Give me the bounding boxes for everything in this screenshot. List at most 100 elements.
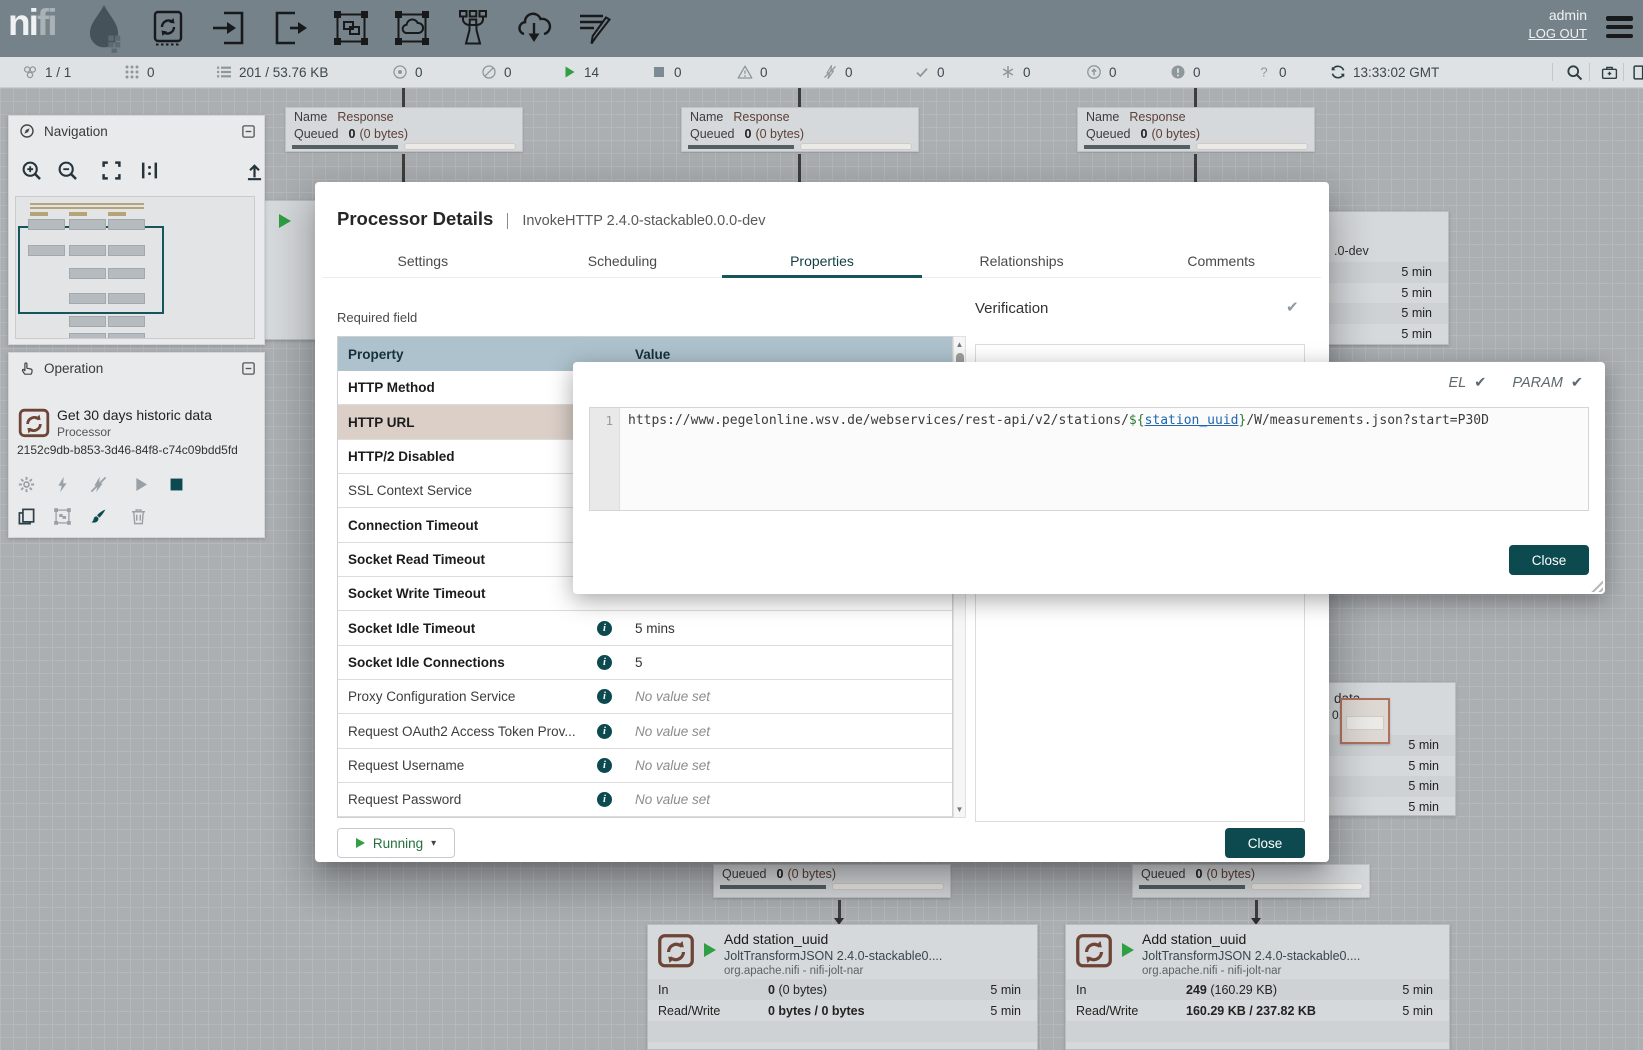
stat-window: 5 min <box>1408 779 1439 793</box>
queue-percent-bar <box>286 142 522 151</box>
value-column-header: Value <box>618 347 952 362</box>
run-state-dropdown[interactable]: Running ▾ <box>337 828 455 858</box>
in-label: In <box>1076 983 1186 997</box>
dialog-close-button[interactable]: Close <box>1225 828 1305 858</box>
stale-count: 0 <box>1109 65 1117 80</box>
queue-percent-bar <box>1133 882 1369 891</box>
logout-link[interactable]: LOG OUT <box>1528 26 1587 41</box>
actual-size-icon[interactable] <box>139 160 160 181</box>
collapse-navigation-icon[interactable] <box>241 124 256 139</box>
queued-size: (0 bytes) <box>787 867 836 881</box>
collapse-operation-icon[interactable] <box>241 361 256 376</box>
resize-grip[interactable] <box>1588 577 1603 592</box>
connection-name-value: Response <box>337 110 393 124</box>
selected-processor-icon <box>17 407 51 441</box>
info-icon[interactable]: i <box>597 621 612 636</box>
locally-modified-stale-icon <box>1170 64 1186 80</box>
funnel-icon[interactable] <box>453 8 493 48</box>
running-state-icon <box>356 838 365 848</box>
property-name: Socket Idle Timeout <box>348 621 475 636</box>
info-icon[interactable]: i <box>597 689 612 704</box>
disable-icon[interactable] <box>89 475 108 494</box>
remote-transmitting-icon <box>392 64 408 80</box>
editor-close-button[interactable]: Close <box>1509 545 1589 575</box>
minimap-component <box>69 293 106 304</box>
connection-label[interactable]: NameResponse Queued0(0 bytes) <box>285 107 523 152</box>
remote-process-group-icon[interactable] <box>392 8 432 48</box>
refresh-icon[interactable] <box>1330 64 1346 80</box>
running-icon <box>704 943 716 957</box>
zoom-fit-icon[interactable] <box>101 160 122 181</box>
scroll-down-icon[interactable]: ▼ <box>954 805 965 814</box>
property-value: No value set <box>635 724 710 739</box>
status-refresh[interactable]: 13:33:02 GMT <box>1330 57 1439 87</box>
user-block: admin LOG OUT <box>1528 7 1587 43</box>
label-icon[interactable] <box>575 8 615 48</box>
process-group-icon[interactable] <box>331 8 371 48</box>
stop-icon[interactable] <box>167 475 186 494</box>
info-icon[interactable]: i <box>597 792 612 807</box>
group-icon[interactable] <box>53 507 72 526</box>
processor-icon[interactable] <box>148 8 188 48</box>
in-count: 249 <box>1186 983 1207 997</box>
start-icon[interactable] <box>131 475 150 494</box>
tab-comments[interactable]: Comments <box>1121 244 1321 277</box>
property-row[interactable]: Socket Idle Timeouti5 mins <box>338 611 952 645</box>
scroll-up-icon[interactable]: ▲ <box>954 340 965 349</box>
property-row[interactable]: Request PasswordiNo value set <box>338 783 952 817</box>
minimap-component <box>69 316 106 327</box>
zoom-out-icon[interactable] <box>57 160 78 181</box>
locally-modified-icon <box>1000 64 1016 80</box>
property-row[interactable]: Request OAuth2 Access Token Prov...iNo v… <box>338 714 952 748</box>
panel-icon[interactable] <box>1632 64 1643 81</box>
editor-flags: EL✔PARAM✔ <box>1448 375 1583 391</box>
change-color-icon[interactable] <box>89 507 108 526</box>
param-supported-flag: PARAM✔ <box>1512 375 1583 391</box>
selected-component-id: 2152c9db-b853-3d46-84f8-c74c09bdd5fd <box>17 443 238 457</box>
search-icon[interactable] <box>1566 64 1583 81</box>
tab-relationships[interactable]: Relationships <box>922 244 1122 277</box>
queued-label: Queued <box>690 127 734 141</box>
output-port-icon[interactable] <box>270 8 310 48</box>
property-row[interactable]: Proxy Configuration ServiceiNo value set <box>338 680 952 714</box>
input-port-icon[interactable] <box>209 8 249 48</box>
tab-settings[interactable]: Settings <box>323 244 523 277</box>
info-icon[interactable]: i <box>597 655 612 670</box>
in-size: (160.29 KB) <box>1210 983 1277 997</box>
property-name: HTTP URL <box>348 415 415 430</box>
queued-size: (0 bytes) <box>1151 127 1200 141</box>
enable-icon[interactable] <box>53 475 72 494</box>
property-row[interactable]: Socket Idle Connectionsi5 <box>338 646 952 680</box>
component-invalid-small[interactable] <box>1340 698 1390 744</box>
tab-scheduling[interactable]: Scheduling <box>523 244 723 277</box>
property-value-input[interactable]: https://www.pegelonline.wsv.de/webservic… <box>620 408 1588 510</box>
leave-group-icon[interactable] <box>244 160 265 181</box>
connection-label[interactable]: Queued0(0 bytes) <box>1132 864 1370 898</box>
processor-add-station-uuid-2[interactable]: Add station_uuid JoltTransformJSON 2.4.0… <box>1065 924 1450 1050</box>
info-icon[interactable]: i <box>597 724 612 739</box>
in-label: In <box>658 983 768 997</box>
minimap-component <box>108 212 126 216</box>
navigation-icon <box>19 123 35 139</box>
zoom-in-icon[interactable] <box>21 160 42 181</box>
status-queued-total: 201 / 53.76 KB <box>216 57 328 87</box>
configure-icon[interactable] <box>17 475 36 494</box>
processor-add-station-uuid-1[interactable]: Add station_uuid JoltTransformJSON 2.4.0… <box>647 924 1038 1050</box>
tab-properties[interactable]: Properties <box>722 244 922 277</box>
info-icon[interactable]: i <box>597 758 612 773</box>
connection-label[interactable]: Queued0(0 bytes) <box>713 864 951 898</box>
minimap-component <box>69 212 87 216</box>
required-field-label: Required field <box>337 310 417 325</box>
toolbox-icon[interactable] <box>1601 64 1618 81</box>
template-icon[interactable] <box>514 8 554 48</box>
connection-label[interactable]: NameResponse Queued0(0 bytes) <box>1077 107 1315 152</box>
global-menu-icon[interactable] <box>1606 14 1633 40</box>
copy-icon[interactable] <box>17 507 36 526</box>
stale-icon <box>1086 64 1102 80</box>
property-row[interactable]: Request UsernameiNo value set <box>338 749 952 783</box>
connection-label[interactable]: NameResponse Queued0(0 bytes) <box>681 107 919 152</box>
delete-icon[interactable] <box>129 507 148 526</box>
status-bar: 13:33:02 GMT 1 / 10201 / 53.76 KB0014000… <box>0 57 1643 88</box>
birdseye-minimap[interactable] <box>15 196 255 339</box>
code-editor[interactable]: 1 https://www.pegelonline.wsv.de/webserv… <box>589 407 1589 511</box>
